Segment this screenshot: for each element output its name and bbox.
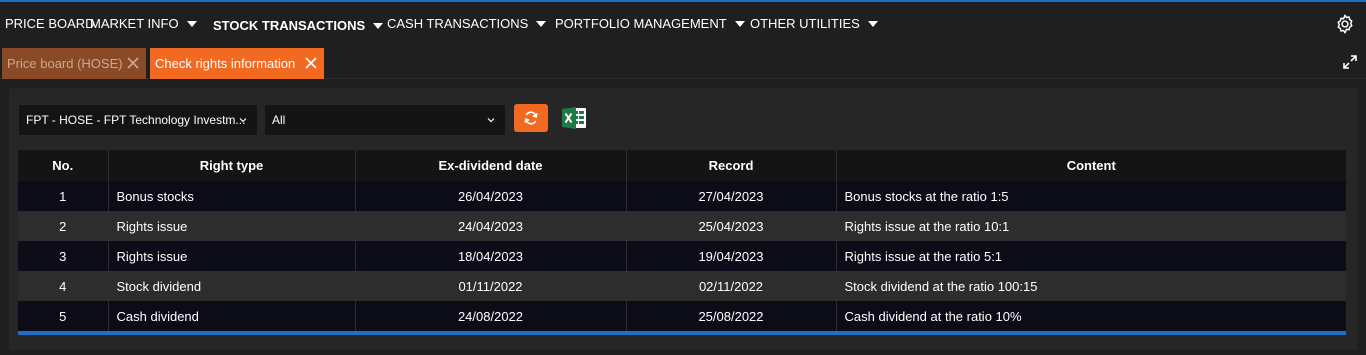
table-row[interactable]: 2 Rights issue 24/04/2023 25/04/2023 Rig… xyxy=(18,211,1346,241)
cell-ex-dividend-date: 18/04/2023 xyxy=(355,241,627,271)
table-row[interactable]: 1 Bonus stocks 26/04/2023 27/04/2023 Bon… xyxy=(18,181,1346,211)
tab-label: Price board (HOSE) xyxy=(7,56,123,71)
tab-bar: Price board (HOSE) Check rights informat… xyxy=(0,44,1366,79)
tab-check-rights-information[interactable]: Check rights information xyxy=(150,48,324,79)
refresh-button[interactable] xyxy=(514,104,548,132)
stock-select-value: FPT - HOSE - FPT Technology Investm... xyxy=(26,113,246,127)
caret-down-icon xyxy=(734,20,745,27)
stock-select[interactable]: FPT - HOSE - FPT Technology Investm... xyxy=(19,105,257,135)
menu-label: STOCK TRANSACTIONS xyxy=(213,18,366,33)
cell-no: 2 xyxy=(18,211,109,241)
right-type-select-value: All xyxy=(272,113,286,127)
cell-right-type: Cash dividend xyxy=(108,301,356,331)
menu-stock-transactions[interactable]: STOCK TRANSACTIONS xyxy=(213,18,384,33)
menu-label: CASH TRANSACTIONS xyxy=(387,16,529,31)
tab-price-board-hose[interactable]: Price board (HOSE) xyxy=(2,48,146,79)
cell-right-type: Rights issue xyxy=(108,211,356,241)
gear-icon[interactable] xyxy=(1334,13,1356,35)
cell-content: Cash dividend at the ratio 10% xyxy=(836,301,1346,331)
cell-record: 25/08/2022 xyxy=(626,301,837,331)
menu-other-utilities[interactable]: OTHER UTILITIES xyxy=(750,16,878,31)
menu-label: OTHER UTILITIES xyxy=(750,16,860,31)
table-row[interactable]: 5 Cash dividend 24/08/2022 25/08/2022 Ca… xyxy=(18,301,1346,331)
column-header-content[interactable]: Content xyxy=(836,150,1346,181)
table-row[interactable]: 3 Rights issue 18/04/2023 19/04/2023 Rig… xyxy=(18,241,1346,271)
cell-ex-dividend-date: 24/08/2022 xyxy=(355,301,627,331)
refresh-icon xyxy=(524,111,538,125)
column-header-no[interactable]: No. xyxy=(18,150,109,181)
column-header-ex-dividend-date[interactable]: Ex-dividend date xyxy=(355,150,627,181)
chevron-down-icon xyxy=(487,118,495,123)
tab-label: Check rights information xyxy=(155,56,296,71)
expand-icon[interactable] xyxy=(1342,54,1358,70)
cell-ex-dividend-date: 26/04/2023 xyxy=(355,181,627,211)
cell-ex-dividend-date: 24/04/2023 xyxy=(355,211,627,241)
cell-ex-dividend-date: 01/11/2022 xyxy=(355,271,627,301)
cell-content: Bonus stocks at the ratio 1:5 xyxy=(836,181,1346,211)
cell-record: 25/04/2023 xyxy=(626,211,837,241)
menu-cash-transactions[interactable]: CASH TRANSACTIONS xyxy=(387,16,547,31)
cell-right-type: Bonus stocks xyxy=(108,181,356,211)
menu-price-board[interactable]: PRICE BOARD xyxy=(5,16,95,31)
right-type-select[interactable]: All xyxy=(265,105,505,135)
close-icon[interactable] xyxy=(126,56,140,70)
cell-no: 1 xyxy=(18,181,109,211)
menu-market-info[interactable]: MARKET INFO xyxy=(90,16,197,31)
cell-no: 3 xyxy=(18,241,109,271)
cell-content: Stock dividend at the ratio 100:15 xyxy=(836,271,1346,301)
column-header-record[interactable]: Record xyxy=(626,150,837,181)
menu-label: PRICE BOARD xyxy=(5,16,95,31)
caret-down-icon xyxy=(867,20,878,27)
caret-down-icon xyxy=(536,20,547,27)
table-header-row: No. Right type Ex-dividend date Record C… xyxy=(18,150,1346,181)
rights-info-panel: FPT - HOSE - FPT Technology Investm... A… xyxy=(9,88,1357,350)
cell-right-type: Rights issue xyxy=(108,241,356,271)
cell-content: Rights issue at the ratio 10:1 xyxy=(836,211,1346,241)
menu-label: MARKET INFO xyxy=(90,16,179,31)
excel-export-icon[interactable] xyxy=(560,104,588,132)
caret-down-icon xyxy=(373,22,384,29)
menu-label: PORTFOLIO MANAGEMENT xyxy=(555,16,727,31)
cell-content: Rights issue at the ratio 5:1 xyxy=(836,241,1346,271)
cell-record: 27/04/2023 xyxy=(626,181,837,211)
main-menu: PRICE BOARD MARKET INFO STOCK TRANSACTIO… xyxy=(0,2,1366,44)
cell-no: 4 xyxy=(18,271,109,301)
table-scrollbar[interactable] xyxy=(18,331,1346,335)
column-header-right-type[interactable]: Right type xyxy=(108,150,356,181)
cell-record: 02/11/2022 xyxy=(626,271,837,301)
caret-down-icon xyxy=(186,20,197,27)
rights-table: No. Right type Ex-dividend date Record C… xyxy=(18,150,1346,331)
chevron-down-icon xyxy=(239,118,247,123)
table-row[interactable]: 4 Stock dividend 01/11/2022 02/11/2022 S… xyxy=(18,271,1346,301)
cell-record: 19/04/2023 xyxy=(626,241,837,271)
close-icon[interactable] xyxy=(304,56,318,70)
cell-right-type: Stock dividend xyxy=(108,271,356,301)
cell-no: 5 xyxy=(18,301,109,331)
menu-portfolio-management[interactable]: PORTFOLIO MANAGEMENT xyxy=(555,16,745,31)
